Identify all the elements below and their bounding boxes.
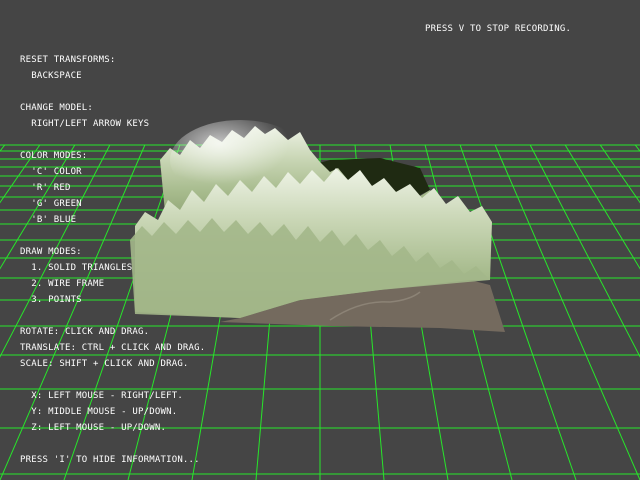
help-line bbox=[20, 436, 205, 452]
help-overlay: RESET TRANSFORMS: BACKSPACE CHANGE MODEL:… bbox=[20, 52, 205, 468]
help-line: TRANSLATE: CTRL + CLICK AND DRAG. bbox=[20, 343, 206, 353]
help-line bbox=[20, 84, 205, 100]
help-line: RIGHT/LEFT ARROW KEYS bbox=[20, 119, 150, 129]
help-line: 1. SOLID TRIANGLES bbox=[20, 263, 133, 273]
help-line: Y: MIDDLE MOUSE - UP/DOWN. bbox=[20, 407, 178, 417]
grid-line bbox=[494, 144, 640, 480]
grid-line bbox=[564, 144, 640, 270]
grid-line bbox=[599, 144, 640, 204]
help-line: 'B' BLUE bbox=[20, 215, 77, 225]
grid-line bbox=[0, 144, 6, 152]
grid-line bbox=[529, 144, 640, 358]
3d-viewport[interactable]: PRESS V TO STOP RECORDING. RESET TRANSFO… bbox=[0, 0, 640, 480]
grid-line bbox=[634, 144, 640, 152]
help-line bbox=[20, 132, 205, 148]
help-line: COLOR MODES: bbox=[20, 151, 88, 161]
help-line: RESET TRANSFORMS: bbox=[20, 55, 116, 65]
help-line: 'C' COLOR bbox=[20, 167, 82, 177]
help-line: PRESS 'I' TO HIDE INFORMATION... bbox=[20, 455, 200, 465]
help-line: 3. POINTS bbox=[20, 295, 82, 305]
help-line: CHANGE MODEL: bbox=[20, 103, 94, 113]
help-line: 'G' GREEN bbox=[20, 199, 82, 209]
help-line: ROTATE: CLICK AND DRAG. bbox=[20, 327, 150, 337]
help-line: BACKSPACE bbox=[20, 71, 82, 81]
help-line: DRAW MODES: bbox=[20, 247, 82, 257]
recording-status: PRESS V TO STOP RECORDING. bbox=[425, 24, 572, 34]
help-line: Z: LEFT MOUSE - UP/DOWN. bbox=[20, 423, 167, 433]
help-line: 'R' RED bbox=[20, 183, 71, 193]
help-line: SCALE: SHIFT + CLICK AND DRAG. bbox=[20, 359, 189, 369]
help-line bbox=[20, 308, 205, 324]
help-line bbox=[20, 372, 205, 388]
help-line: X: LEFT MOUSE - RIGHT/LEFT. bbox=[20, 391, 183, 401]
help-line bbox=[20, 228, 205, 244]
help-line: 2. WIRE FRAME bbox=[20, 279, 105, 289]
